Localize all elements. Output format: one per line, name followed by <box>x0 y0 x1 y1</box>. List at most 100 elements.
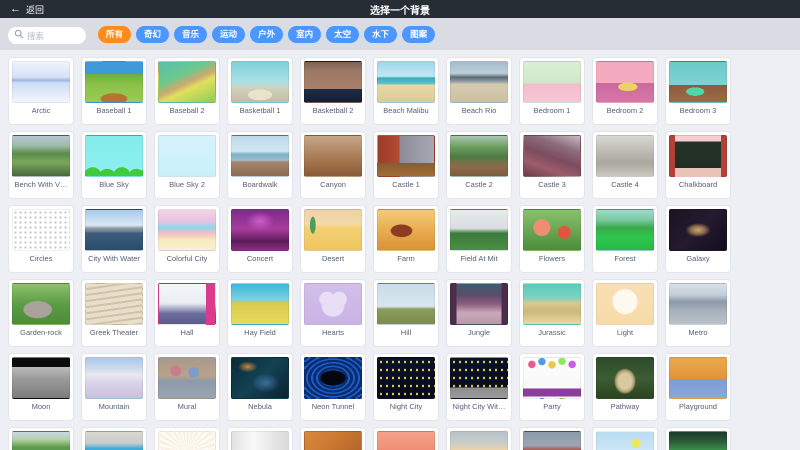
backdrop-label: Bedroom 2 <box>607 106 644 115</box>
backdrop-tile[interactable]: Pool <box>81 427 147 450</box>
backdrop-tile[interactable]: Night City <box>373 353 439 421</box>
filter-tag[interactable]: 运动 <box>212 26 245 43</box>
backdrop-tile[interactable]: Castle 1 <box>373 131 439 199</box>
backdrop-tile[interactable]: Metro <box>665 279 731 347</box>
backdrop-tile[interactable]: Arctic <box>8 57 74 125</box>
backdrop-tile[interactable]: Playing Field <box>8 427 74 450</box>
backdrop-label: Bedroom 3 <box>680 106 717 115</box>
backdrop-tile[interactable]: Chalkboard <box>665 131 731 199</box>
backdrop-tile[interactable]: Circles <box>8 205 74 273</box>
backdrop-label: Hill <box>401 328 411 337</box>
filter-tag-label: 图案 <box>410 28 427 40</box>
backdrop-tile[interactable]: School <box>519 427 585 450</box>
backdrop-tile[interactable]: Desert <box>300 205 366 273</box>
backdrop-tile[interactable]: Forest <box>592 205 658 273</box>
filter-tag[interactable]: 水下 <box>364 26 397 43</box>
filter-tag-label: 奇幻 <box>144 28 161 40</box>
backdrop-label: Desert <box>322 254 344 263</box>
backdrop-tile[interactable]: Savanna <box>446 427 512 450</box>
backdrop-tile[interactable]: Galaxy <box>665 205 731 273</box>
backdrop-label: Moon <box>32 402 51 411</box>
backdrop-tile[interactable]: Nebula <box>227 353 293 421</box>
backdrop-tile[interactable]: City With Water <box>81 205 147 273</box>
backdrop-tile[interactable]: Farm <box>373 205 439 273</box>
backdrop-tile[interactable]: Castle 3 <box>519 131 585 199</box>
backdrop-tile[interactable]: Hall <box>154 279 220 347</box>
backdrop-tile[interactable]: Moon <box>8 353 74 421</box>
backdrop-thumbnail <box>377 135 435 177</box>
backdrop-tile[interactable]: Mural <box>154 353 220 421</box>
backdrop-tile[interactable]: Mountain <box>81 353 147 421</box>
filter-tag[interactable]: 太空 <box>326 26 359 43</box>
backdrop-thumbnail <box>304 61 362 103</box>
backdrop-tile[interactable]: Garden-rock <box>8 279 74 347</box>
backdrop-tile[interactable]: Hay Field <box>227 279 293 347</box>
backdrop-thumbnail <box>231 357 289 399</box>
backdrop-tile[interactable]: Boardwalk <box>227 131 293 199</box>
backdrop-tile[interactable]: Castle 2 <box>446 131 512 199</box>
backdrop-label: Basketball 2 <box>313 106 354 115</box>
backdrop-label: Beach Malibu <box>383 106 428 115</box>
backdrop-tile[interactable]: Basketball 2 <box>300 57 366 125</box>
backdrop-thumbnail <box>596 135 654 177</box>
backdrop-tile[interactable]: Soccer <box>665 427 731 450</box>
backdrop-label: Baseball 1 <box>96 106 131 115</box>
backdrop-tile[interactable]: Bench With V… <box>8 131 74 199</box>
backdrop-tile[interactable]: Neon Tunnel <box>300 353 366 421</box>
filter-tag[interactable]: 室内 <box>288 26 321 43</box>
backdrop-tile[interactable]: Canyon <box>300 131 366 199</box>
filter-tag[interactable]: 奇幻 <box>136 26 169 43</box>
backdrop-label: Blue Sky <box>99 180 129 189</box>
backdrop-tile[interactable]: Baseball 1 <box>81 57 147 125</box>
backdrop-tile[interactable]: Baseball 2 <box>154 57 220 125</box>
backdrop-tile[interactable]: Bedroom 3 <box>665 57 731 125</box>
backdrop-tile[interactable]: Party <box>519 353 585 421</box>
backdrop-tile[interactable]: Basketball 1 <box>227 57 293 125</box>
backdrop-label: Jungle <box>468 328 490 337</box>
backdrop-tile[interactable]: Jungle <box>446 279 512 347</box>
backdrop-thumbnail <box>669 61 727 103</box>
backdrop-tile[interactable]: Hill <box>373 279 439 347</box>
backdrop-tile[interactable]: Refrigerator <box>227 427 293 450</box>
backdrop-tile[interactable]: Room 1 <box>300 427 366 450</box>
backdrop-thumbnail <box>523 135 581 177</box>
backdrop-tile[interactable]: Concert <box>227 205 293 273</box>
backdrop-tile[interactable]: Rays <box>154 427 220 450</box>
backdrop-label: Canyon <box>320 180 346 189</box>
backdrop-tile[interactable]: Blue Sky <box>81 131 147 199</box>
filter-tag[interactable]: 户外 <box>250 26 283 43</box>
backdrop-thumbnail <box>669 283 727 325</box>
filter-tag[interactable]: 所有 <box>98 26 131 43</box>
backdrop-tile[interactable]: Light <box>592 279 658 347</box>
backdrop-tile[interactable]: Colorful City <box>154 205 220 273</box>
backdrop-label: Boardwalk <box>242 180 277 189</box>
backdrop-tile[interactable]: Flowers <box>519 205 585 273</box>
filter-tag[interactable]: 图案 <box>402 26 435 43</box>
backdrop-tile[interactable]: Slopes <box>592 427 658 450</box>
backdrop-label: Jurassic <box>538 328 566 337</box>
backdrop-tile[interactable]: Blue Sky 2 <box>154 131 220 199</box>
backdrop-tile[interactable]: Beach Malibu <box>373 57 439 125</box>
backdrop-thumbnail <box>304 209 362 251</box>
backdrop-tile[interactable]: Jurassic <box>519 279 585 347</box>
backdrop-tile[interactable]: Pathway <box>592 353 658 421</box>
backdrop-tile[interactable]: Playground <box>665 353 731 421</box>
backdrop-label: Neon Tunnel <box>312 402 355 411</box>
backdrop-label: Beach Rio <box>462 106 497 115</box>
backdrop-thumbnail <box>596 431 654 450</box>
backdrop-tile[interactable]: Castle 4 <box>592 131 658 199</box>
backdrop-tile[interactable]: Bedroom 1 <box>519 57 585 125</box>
backdrop-thumbnail <box>523 209 581 251</box>
backdrop-label: Chalkboard <box>679 180 717 189</box>
backdrop-tile[interactable]: Room 2 <box>373 427 439 450</box>
filter-tag[interactable]: 音乐 <box>174 26 207 43</box>
backdrop-thumbnail <box>669 431 727 450</box>
backdrop-tile[interactable]: Beach Rio <box>446 57 512 125</box>
backdrop-label: Light <box>617 328 633 337</box>
backdrop-tile[interactable]: Night City Wit… <box>446 353 512 421</box>
backdrop-tile[interactable]: Hearts <box>300 279 366 347</box>
back-button[interactable]: ← 返回 <box>10 3 44 16</box>
backdrop-tile[interactable]: Field At Mit <box>446 205 512 273</box>
backdrop-tile[interactable]: Greek Theater <box>81 279 147 347</box>
backdrop-tile[interactable]: Bedroom 2 <box>592 57 658 125</box>
